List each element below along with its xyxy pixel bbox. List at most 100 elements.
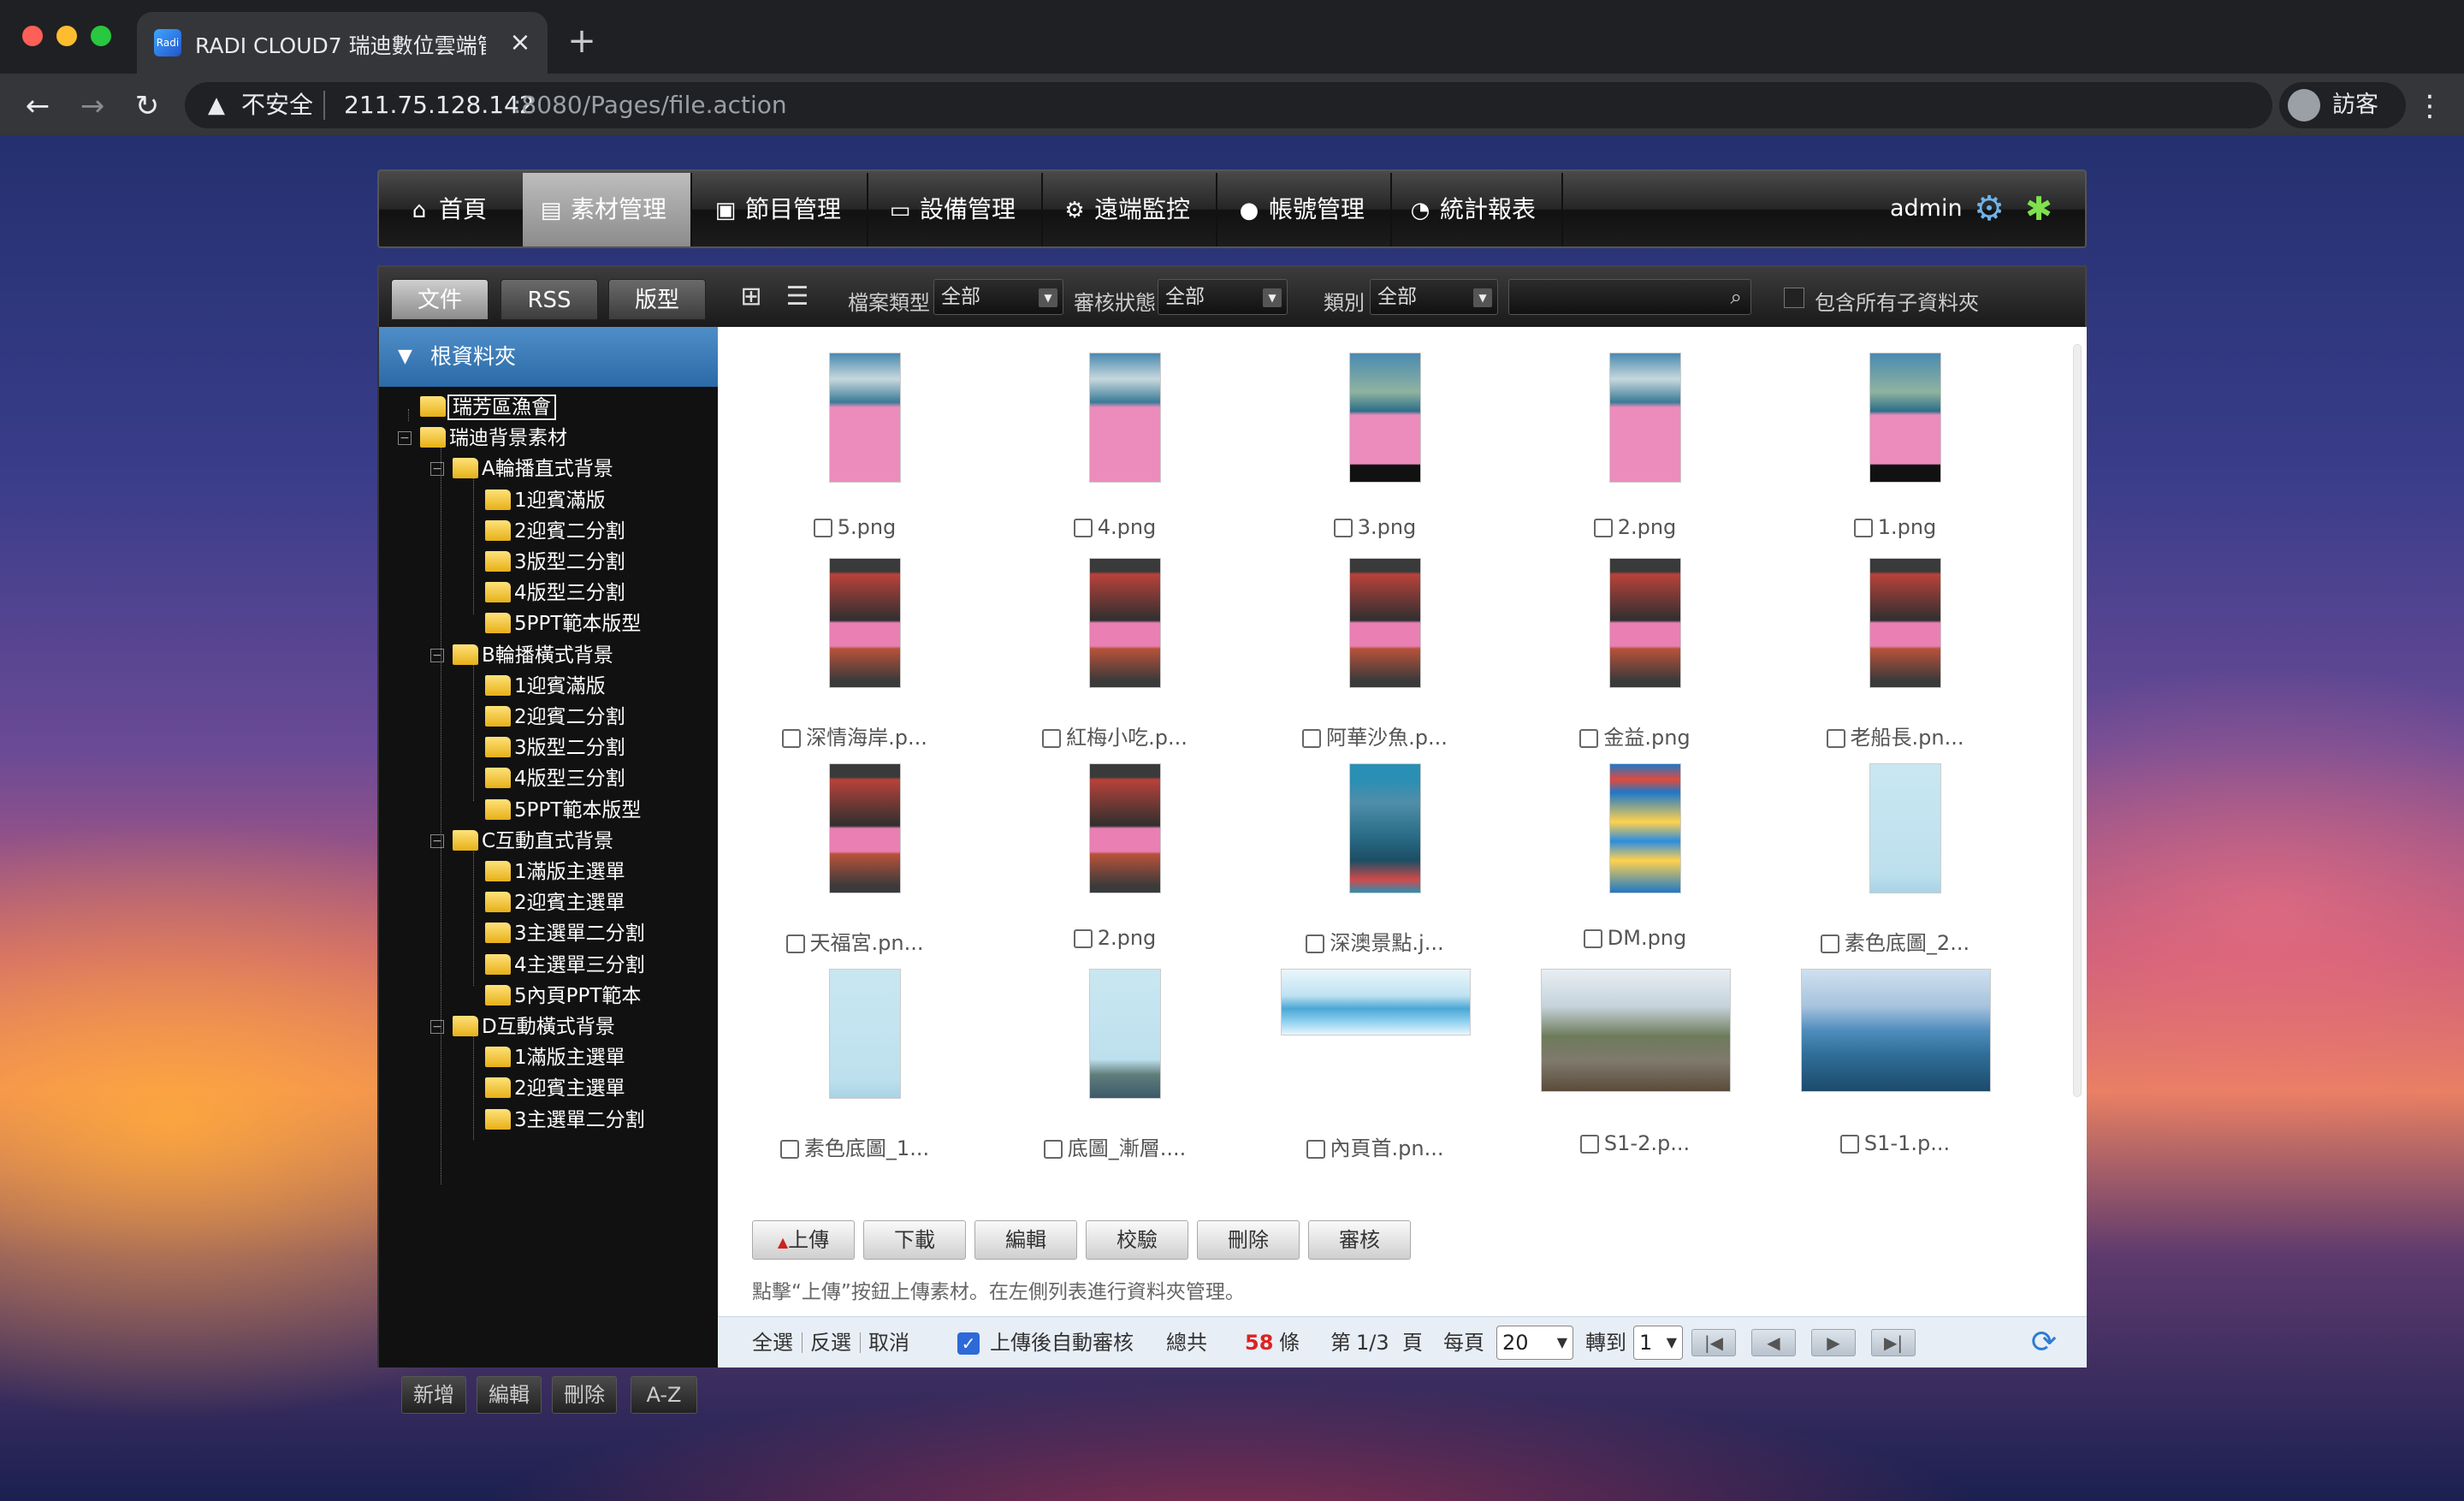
file-select-checkbox[interactable] xyxy=(1839,1135,1859,1154)
tree-folder-item[interactable]: − A輪播直式背景 xyxy=(430,454,613,484)
tab-documents[interactable]: 文件 xyxy=(391,279,489,320)
download-button[interactable]: 下載 xyxy=(863,1220,966,1260)
url-path[interactable]: :8080/Pages/file.action xyxy=(513,92,787,118)
file-item[interactable]: 阿華沙魚.p... xyxy=(1247,558,1503,763)
filetype-select[interactable]: 全部 ▼ xyxy=(933,279,1063,315)
url-host[interactable]: 211.75.128.142 xyxy=(344,92,535,118)
delete-button[interactable]: 刪除 xyxy=(1197,1220,1300,1260)
file-thumbnail[interactable] xyxy=(829,558,901,688)
nav-item-media[interactable]: ▤ 素材管理 xyxy=(523,173,692,246)
back-arrow-icon[interactable]: ← xyxy=(21,89,55,123)
file-thumbnail[interactable] xyxy=(1541,969,1731,1092)
verify-button[interactable]: 校驗 xyxy=(1086,1220,1188,1260)
nav-item-remote[interactable]: ⚙ 遠端監控 xyxy=(1043,173,1217,246)
tree-folder-item[interactable]: 1滿版主選單 xyxy=(485,857,625,887)
new-tab-button[interactable]: + xyxy=(565,24,599,58)
per-page-select[interactable]: 20 ▼ xyxy=(1496,1326,1573,1360)
file-item[interactable]: 深情海岸.p... xyxy=(726,558,983,763)
file-item[interactable]: 3.png xyxy=(1247,353,1503,558)
file-select-checkbox[interactable] xyxy=(1579,729,1599,748)
invert-selection-link[interactable]: 反選 xyxy=(810,1329,851,1356)
select-all-link[interactable]: 全選 xyxy=(752,1329,793,1356)
file-thumbnail[interactable] xyxy=(1089,763,1161,893)
tree-folder-item[interactable]: 2迎賓二分割 xyxy=(485,702,625,733)
maximize-window-button[interactable] xyxy=(91,26,111,46)
file-select-checkbox[interactable] xyxy=(1306,1140,1325,1159)
prev-page-icon[interactable]: ◀ xyxy=(1751,1329,1796,1356)
tree-folder-item[interactable]: 4版型三分割 xyxy=(485,763,625,794)
file-thumbnail[interactable] xyxy=(1089,969,1161,1099)
file-select-checkbox[interactable] xyxy=(1042,729,1062,748)
collapse-toggle-icon[interactable]: − xyxy=(430,462,444,477)
file-thumbnail[interactable] xyxy=(1869,763,1941,893)
tree-folder-item[interactable]: 3主選單二分割 xyxy=(485,1105,645,1136)
warning-icon[interactable]: ▲ xyxy=(204,92,229,118)
auto-review-checkbox[interactable]: ✓ xyxy=(957,1332,980,1355)
goto-page-select[interactable]: 1 ▼ xyxy=(1633,1326,1683,1360)
tree-folder-item[interactable]: − C互動直式背景 xyxy=(430,826,613,857)
tree-folder-item[interactable]: − 瑞迪背景素材 xyxy=(398,423,567,454)
file-thumbnail[interactable] xyxy=(1089,353,1161,483)
file-select-checkbox[interactable] xyxy=(1826,729,1845,748)
include-subfolders-checkbox[interactable] xyxy=(1784,288,1804,308)
cancel-selection-link[interactable]: 取消 xyxy=(868,1329,909,1356)
nav-item-stats[interactable]: ◔ 統計報表 xyxy=(1392,173,1563,246)
settings-gear-icon[interactable]: ⚙ xyxy=(1970,190,2008,228)
tree-folder-item[interactable]: 4主選單三分割 xyxy=(485,950,645,981)
file-thumbnail[interactable] xyxy=(1609,353,1681,483)
file-select-checkbox[interactable] xyxy=(1073,929,1093,948)
file-item[interactable]: 內頁首.pn... xyxy=(1247,969,1503,1174)
file-item[interactable]: 5.png xyxy=(726,353,983,558)
file-thumbnail[interactable] xyxy=(829,969,901,1099)
file-item[interactable]: S1-2.p... xyxy=(1507,969,1763,1174)
tree-folder-item[interactable]: 4版型三分割 xyxy=(485,578,625,608)
upload-button[interactable]: ▲上傳 xyxy=(752,1220,855,1260)
file-item[interactable]: 1.png xyxy=(1767,353,2023,558)
file-item[interactable]: 底圖_漸層.... xyxy=(986,969,1243,1174)
file-item[interactable]: 紅梅小吃.p... xyxy=(986,558,1243,763)
more-menu-icon[interactable]: ⋮ xyxy=(2413,89,2447,123)
tree-folder-item[interactable]: − B輪播橫式背景 xyxy=(430,640,613,671)
collapse-toggle-icon[interactable]: − xyxy=(398,431,412,446)
tree-folder-item[interactable]: 5PPT範本版型 xyxy=(485,608,641,639)
collapse-toggle-icon[interactable]: − xyxy=(430,834,444,848)
category-select[interactable]: 全部 ▼ xyxy=(1370,279,1498,315)
search-icon[interactable]: ⌕ xyxy=(1731,285,1742,309)
tree-folder-item[interactable]: 3版型二分割 xyxy=(485,733,625,763)
list-view-icon[interactable]: ☰ xyxy=(783,282,812,311)
collapse-toggle-icon[interactable]: − xyxy=(430,648,444,662)
file-thumbnail[interactable] xyxy=(1281,969,1471,1035)
logout-runner-icon[interactable]: ✱ xyxy=(2020,190,2058,228)
file-item[interactable]: DM.png xyxy=(1507,763,1763,969)
tree-folder-item[interactable]: − D互動橫式背景 xyxy=(430,1012,615,1042)
edit-folder-button[interactable]: 編輯 xyxy=(477,1376,542,1414)
browser-tab[interactable]: Radi RADI CLOUD7 瑞迪數位雲端管理 × xyxy=(137,12,548,74)
security-label[interactable]: 不安全 xyxy=(241,92,313,118)
profile-button[interactable]: 訪客 xyxy=(2279,82,2406,128)
file-thumbnail[interactable] xyxy=(1869,558,1941,688)
edit-button[interactable]: 編輯 xyxy=(974,1220,1077,1260)
tree-folder-item[interactable]: 5PPT範本版型 xyxy=(485,795,641,826)
close-window-button[interactable] xyxy=(22,26,43,46)
tree-folder-item[interactable]: 2迎賓主選單 xyxy=(485,887,625,918)
delete-folder-button[interactable]: 刪除 xyxy=(552,1376,617,1414)
tab-layout[interactable]: 版型 xyxy=(608,279,706,320)
file-item[interactable]: S1-1.p... xyxy=(1767,969,2023,1174)
nav-item-program[interactable]: ▣ 節目管理 xyxy=(694,173,868,246)
tree-folder-item[interactable]: 1迎賓滿版 xyxy=(485,671,606,702)
tree-folder-item[interactable]: 瑞芳區漁會 xyxy=(420,392,556,423)
file-thumbnail[interactable] xyxy=(829,763,901,893)
file-select-checkbox[interactable] xyxy=(1820,934,1839,953)
file-thumbnail[interactable] xyxy=(1869,353,1941,483)
file-select-checkbox[interactable] xyxy=(1853,519,1873,537)
file-select-checkbox[interactable] xyxy=(1333,519,1353,537)
review-button[interactable]: 審核 xyxy=(1308,1220,1411,1260)
tree-folder-item[interactable]: 1滿版主選單 xyxy=(485,1042,625,1073)
grid-view-icon[interactable]: ⊞ xyxy=(737,282,766,311)
file-thumbnail[interactable] xyxy=(1089,558,1161,688)
file-item[interactable]: 天福宮.pn... xyxy=(726,763,983,969)
tree-folder-item[interactable]: 3版型二分割 xyxy=(485,547,625,578)
tree-folder-item[interactable]: 1迎賓滿版 xyxy=(485,485,606,516)
refresh-icon[interactable]: ⟳ xyxy=(2027,1326,2061,1360)
file-select-checkbox[interactable] xyxy=(1302,729,1322,748)
